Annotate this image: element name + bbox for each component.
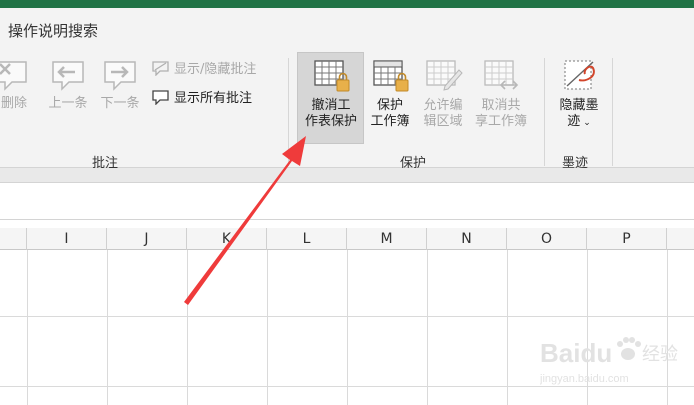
watermark-brand: Baidu	[540, 338, 612, 368]
paw-icon	[617, 337, 641, 360]
watermark-site: jingyan.baidu.com	[540, 373, 629, 385]
watermark-brand-cn: 经验	[642, 344, 678, 365]
baidu-jingyan-watermark: Baidu 经验 jingyan.baidu.com	[540, 337, 678, 385]
